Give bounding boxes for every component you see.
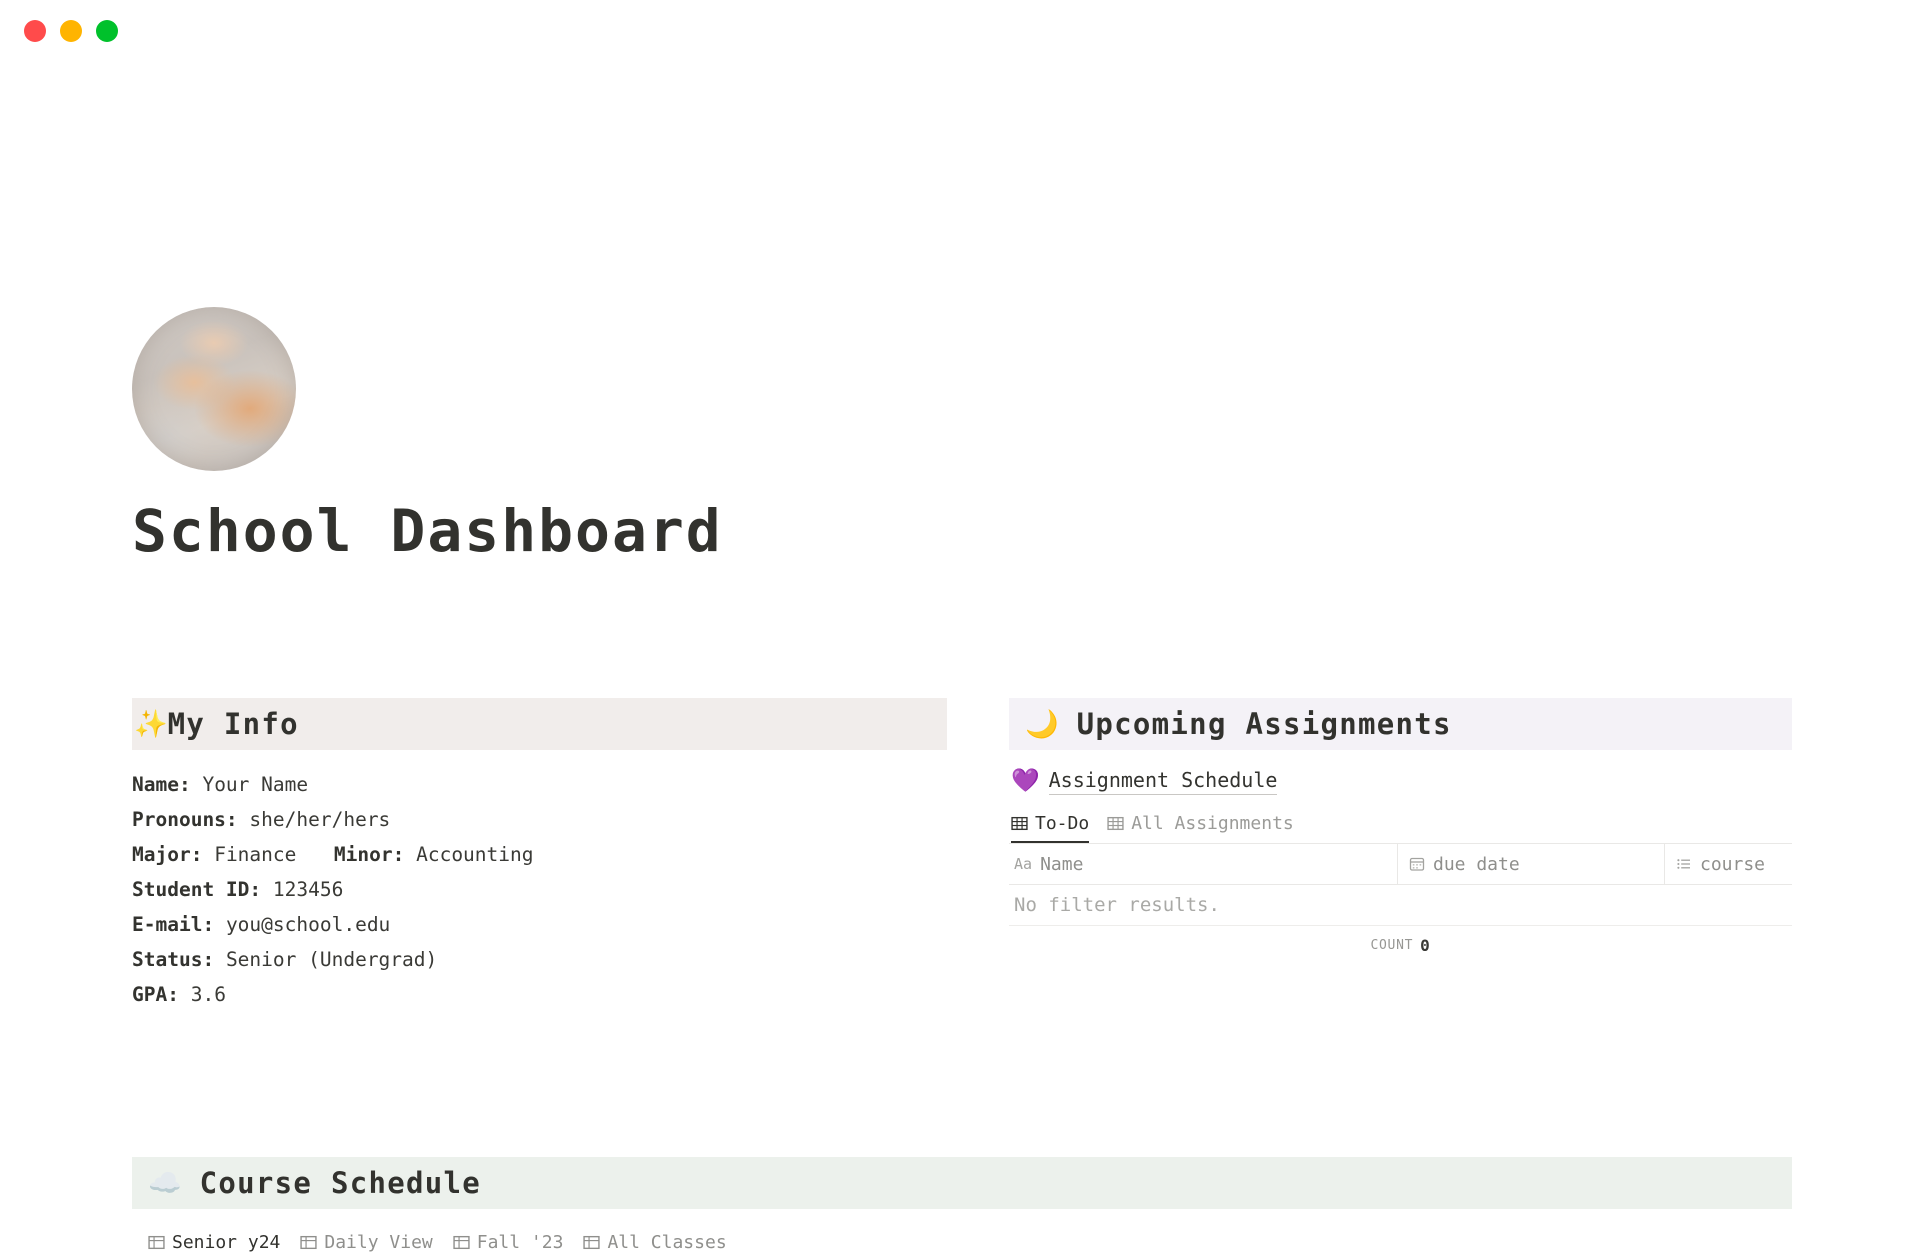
multi-select-icon bbox=[1676, 856, 1692, 872]
upcoming-assignments-header: 🌙 Upcoming Assignments bbox=[1009, 698, 1792, 750]
assignments-empty-state: No filter results. bbox=[1009, 885, 1792, 926]
table-icon bbox=[453, 1234, 470, 1251]
count-label: COUNT bbox=[1370, 937, 1414, 953]
cloud-icon: ☁️ bbox=[148, 1167, 182, 1199]
page-avatar[interactable] bbox=[132, 307, 296, 471]
course-schedule-header: ☁️ Course Schedule bbox=[132, 1157, 1792, 1209]
course-schedule-heading: Course Schedule bbox=[199, 1166, 482, 1200]
info-label-name: Name: bbox=[132, 773, 191, 796]
info-value-pronouns: she/her/hers bbox=[249, 808, 391, 831]
column-header-due-date[interactable]: due date bbox=[1398, 844, 1665, 884]
course-tab-daily-view-label: Daily View bbox=[324, 1231, 433, 1253]
my-info-heading: My Info bbox=[167, 707, 299, 741]
calendar-icon bbox=[1409, 856, 1425, 872]
text-icon: Aa bbox=[1014, 855, 1033, 873]
course-tab-daily-view[interactable]: Daily View bbox=[300, 1231, 433, 1253]
info-label-minor: Minor: bbox=[333, 843, 405, 866]
info-label-email: E-mail: bbox=[132, 913, 215, 936]
window-minimize-button[interactable] bbox=[60, 20, 82, 42]
sparkles-icon: ✨ bbox=[134, 708, 168, 740]
info-row-name: Name: Your Name bbox=[132, 767, 947, 802]
window-close-button[interactable] bbox=[24, 20, 46, 42]
count-value: 0 bbox=[1420, 935, 1431, 955]
table-icon bbox=[300, 1234, 318, 1251]
course-tab-senior-y24[interactable]: Senior y24 bbox=[148, 1232, 280, 1253]
info-row-student-id: Student ID: 123456 bbox=[132, 872, 947, 907]
course-tab-fall-23-label: Fall '23 bbox=[476, 1231, 564, 1253]
info-value-email: you@school.edu bbox=[225, 913, 391, 936]
my-info-column: ✨ My Info Name: Your Name Pronouns: she/… bbox=[132, 698, 947, 1012]
assignments-table: Aa Name due date course No filter result… bbox=[1009, 843, 1792, 964]
course-schedule-section: ☁️ Course Schedule Senior y24 Daily View… bbox=[132, 1157, 1792, 1257]
table-icon bbox=[148, 1234, 165, 1251]
info-row-pronouns: Pronouns: she/her/hers bbox=[132, 802, 947, 837]
info-value-name: Your Name bbox=[202, 773, 309, 796]
table-icon bbox=[1107, 815, 1124, 832]
column-header-name-label: Name bbox=[1040, 853, 1084, 875]
column-header-course[interactable]: course bbox=[1665, 844, 1792, 884]
table-icon bbox=[583, 1234, 601, 1251]
my-info-header: ✨ My Info bbox=[132, 698, 947, 750]
table-icon bbox=[1011, 815, 1028, 832]
avatar-image bbox=[132, 307, 296, 471]
column-header-name[interactable]: Aa Name bbox=[1009, 844, 1398, 884]
info-value-student-id: 123456 bbox=[272, 878, 344, 901]
info-value-status: Senior (Undergrad) bbox=[225, 948, 438, 971]
info-label-pronouns: Pronouns: bbox=[132, 808, 238, 831]
info-row-major: Major: Finance Minor: Accounting bbox=[132, 837, 947, 872]
info-label-student-id: Student ID: bbox=[132, 878, 262, 901]
info-label-major: Major: bbox=[132, 843, 203, 866]
column-header-due-date-label: due date bbox=[1433, 853, 1520, 875]
info-label-status: Status: bbox=[132, 948, 215, 971]
info-row-status: Status: Senior (Undergrad) bbox=[132, 942, 947, 977]
info-value-minor: Accounting bbox=[416, 843, 534, 866]
info-label-gpa: GPA: bbox=[132, 983, 179, 1006]
column-header-course-label: course bbox=[1700, 853, 1766, 875]
assignment-schedule-link[interactable]: 💜 Assignment Schedule bbox=[1011, 768, 1792, 795]
info-value-major: Finance bbox=[214, 843, 297, 866]
tab-to-do[interactable]: To-Do bbox=[1011, 813, 1090, 843]
assignment-schedule-label: Assignment Schedule bbox=[1048, 768, 1278, 795]
upcoming-assignments-heading: Upcoming Assignments bbox=[1076, 707, 1452, 741]
course-tab-all-classes[interactable]: All Classes bbox=[583, 1231, 727, 1253]
page-canvas: School Dashboard ✨ My Info Name: Your Na… bbox=[0, 62, 1920, 1253]
tab-all-assignments-label: All Assignments bbox=[1131, 813, 1294, 834]
course-schedule-view-tabs: Senior y24 Daily View Fall '23 All Class… bbox=[148, 1227, 1792, 1257]
crescent-moon-icon: 🌙 bbox=[1025, 708, 1059, 740]
page-title: School Dashboard bbox=[132, 497, 723, 565]
window-titlebar bbox=[0, 0, 1920, 62]
assignments-count-footer[interactable]: COUNT 0 bbox=[1009, 926, 1792, 964]
tab-to-do-label: To-Do bbox=[1035, 813, 1090, 834]
purple-heart-icon: 💜 bbox=[1011, 768, 1040, 794]
course-tab-fall-23[interactable]: Fall '23 bbox=[453, 1231, 564, 1253]
course-tab-senior-y24-label: Senior y24 bbox=[172, 1231, 281, 1253]
window-zoom-button[interactable] bbox=[96, 20, 118, 42]
info-value-gpa: 3.6 bbox=[190, 983, 226, 1006]
upcoming-assignments-column: 🌙 Upcoming Assignments 💜 Assignment Sche… bbox=[1009, 698, 1792, 1012]
tab-all-assignments[interactable]: All Assignments bbox=[1107, 813, 1294, 843]
my-info-list: Name: Your Name Pronouns: she/her/hers M… bbox=[132, 767, 947, 1012]
columns-wrapper: ✨ My Info Name: Your Name Pronouns: she/… bbox=[132, 698, 1792, 1012]
info-row-email: E-mail: you@school.edu bbox=[132, 907, 947, 942]
course-tab-all-classes-label: All Classes bbox=[607, 1231, 727, 1253]
assignments-table-header: Aa Name due date course bbox=[1009, 844, 1792, 885]
upcoming-view-tabs: To-Do All Assignments bbox=[1011, 809, 1792, 843]
info-row-gpa: GPA: 3.6 bbox=[132, 977, 947, 1012]
